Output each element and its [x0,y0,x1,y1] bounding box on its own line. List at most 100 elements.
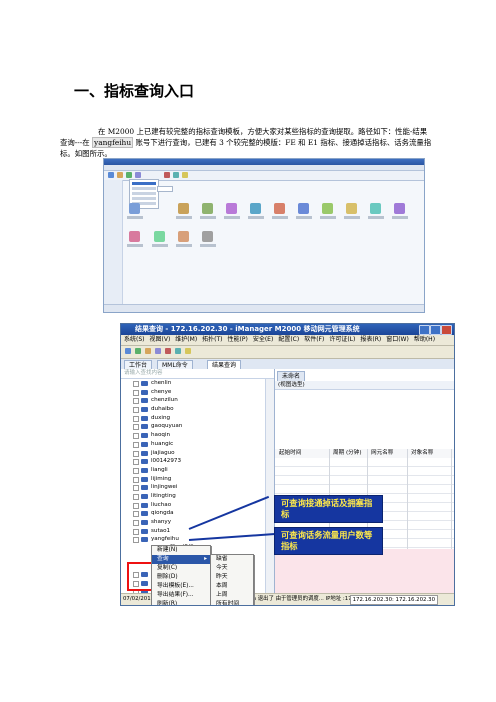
app-icon [154,231,165,242]
callout-connection-drop: 可查询接通掉话及拥塞指标 [274,495,383,523]
toolbar-icon [108,172,114,178]
chart-area [275,549,454,594]
tree-node-label: liuchao [151,501,172,508]
user-folder-icon [141,389,148,395]
tree-node-label: l00142973 [151,458,182,465]
expand-icon[interactable] [133,502,139,509]
menu-item-label: 删除(D) [157,574,178,580]
app-icon [370,203,381,214]
app-icon [129,231,140,242]
tree-node[interactable]: qiongda [121,509,266,518]
context-menu-item[interactable]: 删除(D) [152,573,210,582]
expand-icon[interactable] [133,424,139,431]
expand-icon[interactable] [133,398,139,405]
menu-item[interactable]: 拓扑(T) [202,336,222,343]
expand-icon[interactable] [133,467,139,474]
expand-icon[interactable] [133,450,139,457]
search-input[interactable]: 请输入查找内容 [121,369,274,379]
expand-icon[interactable] [133,433,139,440]
expand-icon[interactable] [133,493,139,500]
expand-icon[interactable] [133,485,139,492]
menu-item[interactable]: 安全(E) [253,336,273,343]
tree-node[interactable]: chenzilun [121,396,266,405]
section-heading: 一、指标查询入口 [74,82,195,100]
expand-icon[interactable] [133,381,139,387]
menu-item[interactable]: 维护(M) [175,336,197,343]
status-bar [104,304,424,312]
expand-icon[interactable] [133,476,139,483]
toolbar-icon[interactable] [185,348,191,354]
expand-icon[interactable] [133,459,139,466]
maximize-icon[interactable] [430,325,441,335]
app-icon [178,203,189,214]
expand-icon[interactable] [133,389,139,396]
tree-node[interactable]: jiajiaguo [121,449,266,458]
minimize-icon[interactable] [419,325,430,335]
context-menu-item[interactable]: 导出结果(F)... [152,591,210,600]
user-folder-icon [141,407,148,413]
toolbar-icon[interactable] [125,348,131,354]
menu-item[interactable]: 软件(F) [304,336,324,343]
screenshot-result-query: 结果查询 - 172.16.202.30 - iManager M2000 移动… [120,323,455,606]
menu-item-label: 复制(C) [157,565,178,571]
context-menu-item[interactable]: 查询 ▸ [152,555,210,564]
tree-node[interactable]: huangic [121,440,266,449]
tree-node[interactable]: chenlin [121,379,266,388]
context-menu-item[interactable]: 新建(N) [152,546,210,555]
context-menu-item[interactable]: 复制(C) [152,564,210,573]
user-folder-icon [141,433,148,439]
toolbar-icon[interactable] [155,348,161,354]
tree-node[interactable]: l00142973 [121,457,266,466]
menu-item[interactable]: 许可证(L) [329,336,355,343]
app-icon [202,203,213,214]
expand-icon[interactable] [133,407,139,414]
context-menu-item[interactable]: 刷新(R) [152,600,210,605]
submenu-item[interactable]: 缺省 [211,555,253,564]
expand-icon[interactable] [133,511,139,518]
app-icon [129,203,140,214]
submenu-item[interactable]: 所有时间 [211,600,253,605]
submenu-item[interactable]: 本周 [211,582,253,591]
close-icon[interactable] [441,325,452,335]
tree-node-label: huangic [151,440,174,447]
submenu-item[interactable]: 上周 [211,591,253,600]
query-view-label: (视图选型) [275,381,454,390]
menu-item[interactable]: 性能(P) [228,336,248,343]
app-icon [394,203,405,214]
tree-node-label: yangfeihu [151,536,179,543]
vertical-scrollbar[interactable] [265,379,274,594]
menu-item[interactable]: 报表(R) [360,336,381,343]
expand-icon[interactable] [133,441,139,448]
menu-item[interactable]: 帮助(H) [414,336,435,343]
tree-node[interactable]: chenye [121,388,266,397]
tree-node[interactable]: haoqin [121,431,266,440]
toolbar-icon[interactable] [175,348,181,354]
toolbar-icon[interactable] [135,348,141,354]
tree-node[interactable]: liangli [121,466,266,475]
menu-item[interactable]: 视图(V) [150,336,171,343]
menu-item[interactable]: 系统(S) [124,336,145,343]
tree-node[interactable]: zhangh [121,605,266,606]
expand-icon[interactable] [133,537,139,544]
tree-node[interactable]: duhaibo [121,405,266,414]
toolbar-icon[interactable] [165,348,171,354]
expand-icon[interactable] [133,415,139,422]
toolbar-icon[interactable] [145,348,151,354]
menu-item[interactable]: 配置(C) [278,336,299,343]
expand-icon[interactable] [133,520,139,526]
tree-node[interactable]: duxing [121,414,266,423]
user-folder-icon [141,459,148,465]
submenu-item[interactable]: 今天 [211,564,253,573]
toolbar-icon [117,172,123,178]
tree-node[interactable]: lijiming [121,475,266,484]
menu-item[interactable]: 窗口(W) [386,336,409,343]
tree-node[interactable]: linjingwei [121,483,266,492]
context-menu-item[interactable]: 导出模板(E)... [152,582,210,591]
tree-node[interactable]: litingting [121,492,266,501]
app-icon [250,203,261,214]
tree-node[interactable]: gaoquyuan [121,422,266,431]
submenu-item[interactable]: 昨天 [211,573,253,582]
expand-icon[interactable] [133,528,139,535]
query-submenu: 缺省今天昨天本周上周所有时间指定 [210,554,254,605]
tree-node-label: qiongda [151,510,174,517]
